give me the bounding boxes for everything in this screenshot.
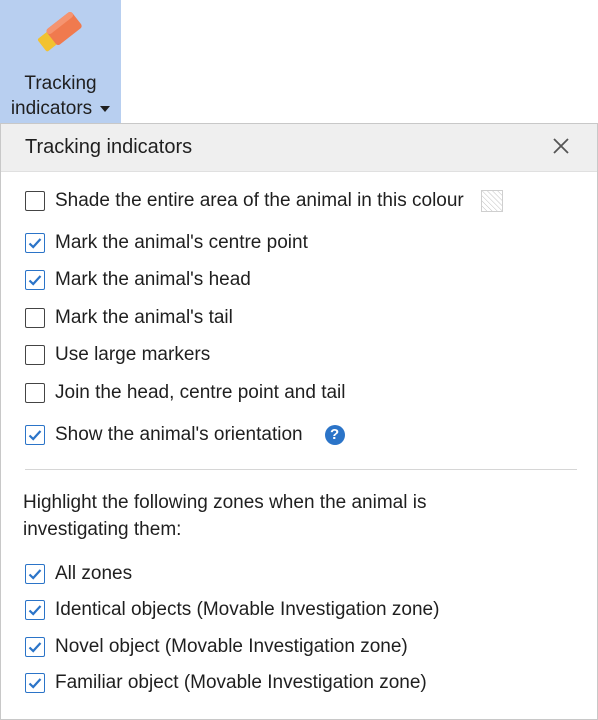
checkbox-checked[interactable] <box>25 600 45 620</box>
panel-title: Tracking indicators <box>25 136 193 158</box>
checkbox-checked[interactable] <box>25 637 45 657</box>
checkbox-checked[interactable] <box>25 425 45 445</box>
option-head[interactable]: Mark the animal's head <box>25 267 251 293</box>
dropdown-caret-icon <box>100 105 111 112</box>
option-label: Shade the entire area of the animal in t… <box>55 190 464 211</box>
zone-label: All zones <box>55 563 133 584</box>
close-icon[interactable] <box>549 134 573 158</box>
tracking-indicators-panel: Tracking indicators Shade the entire are… <box>0 123 598 720</box>
zones-intro-line1: Highlight the following zones when the a… <box>23 492 427 513</box>
checkmark-icon <box>28 430 42 441</box>
zone-label: Familiar object (Movable Investigation z… <box>55 672 427 693</box>
checkmark-icon <box>28 642 42 653</box>
checkbox[interactable] <box>25 383 45 403</box>
zone-label: Identical objects (Movable Investigation… <box>55 599 440 620</box>
option-large-markers[interactable]: Use large markers <box>25 342 210 368</box>
option-orientation[interactable]: Show the animal's orientation ? <box>25 422 345 448</box>
checkmark-icon <box>28 605 42 616</box>
checkbox-checked[interactable] <box>25 673 45 693</box>
checkbox-checked[interactable] <box>25 564 45 584</box>
checkmark-icon <box>28 678 42 689</box>
option-centre-point[interactable]: Mark the animal's centre point <box>25 230 308 256</box>
option-label: Join the head, centre point and tail <box>55 382 346 403</box>
checkmark-icon <box>28 569 42 580</box>
zone-all[interactable]: All zones <box>25 561 132 587</box>
option-label: Mark the animal's centre point <box>55 232 308 253</box>
option-label: Mark the animal's head <box>55 269 251 290</box>
zone-novel-object[interactable]: Novel object (Movable Investigation zone… <box>25 634 408 660</box>
option-label: Show the animal's orientation <box>55 424 303 445</box>
zone-label: Novel object (Movable Investigation zone… <box>55 636 408 657</box>
ribbon-label-line1: Tracking <box>24 73 97 94</box>
ribbon-label-line2: indicators <box>0 97 121 121</box>
option-join-points[interactable]: Join the head, centre point and tail <box>25 380 345 406</box>
checkbox[interactable] <box>25 345 45 365</box>
tracking-indicators-ribbon-button[interactable]: Tracking indicators <box>0 0 121 123</box>
help-icon[interactable]: ? <box>324 425 345 445</box>
option-shade-area[interactable]: Shade the entire area of the animal in t… <box>25 188 503 214</box>
option-tail[interactable]: Mark the animal's tail <box>25 305 233 331</box>
panel-header: Tracking indicators <box>1 124 597 172</box>
checkbox[interactable] <box>25 191 45 211</box>
checkbox-checked[interactable] <box>25 233 45 253</box>
checkbox[interactable] <box>25 308 45 328</box>
option-label: Use large markers <box>55 344 211 365</box>
zone-identical-objects[interactable]: Identical objects (Movable Investigation… <box>25 597 439 623</box>
ribbon-label-text: indicators <box>10 98 93 119</box>
option-label: Mark the animal's tail <box>55 307 233 328</box>
checkmark-icon <box>28 275 42 286</box>
zone-familiar-object[interactable]: Familiar object (Movable Investigation z… <box>25 670 427 696</box>
colour-swatch[interactable] <box>480 190 503 212</box>
divider <box>25 469 577 470</box>
eraser-icon <box>37 11 82 52</box>
checkmark-icon <box>28 238 42 249</box>
checkbox-checked[interactable] <box>25 270 45 290</box>
zones-intro-line2: investigating them: <box>23 519 182 540</box>
